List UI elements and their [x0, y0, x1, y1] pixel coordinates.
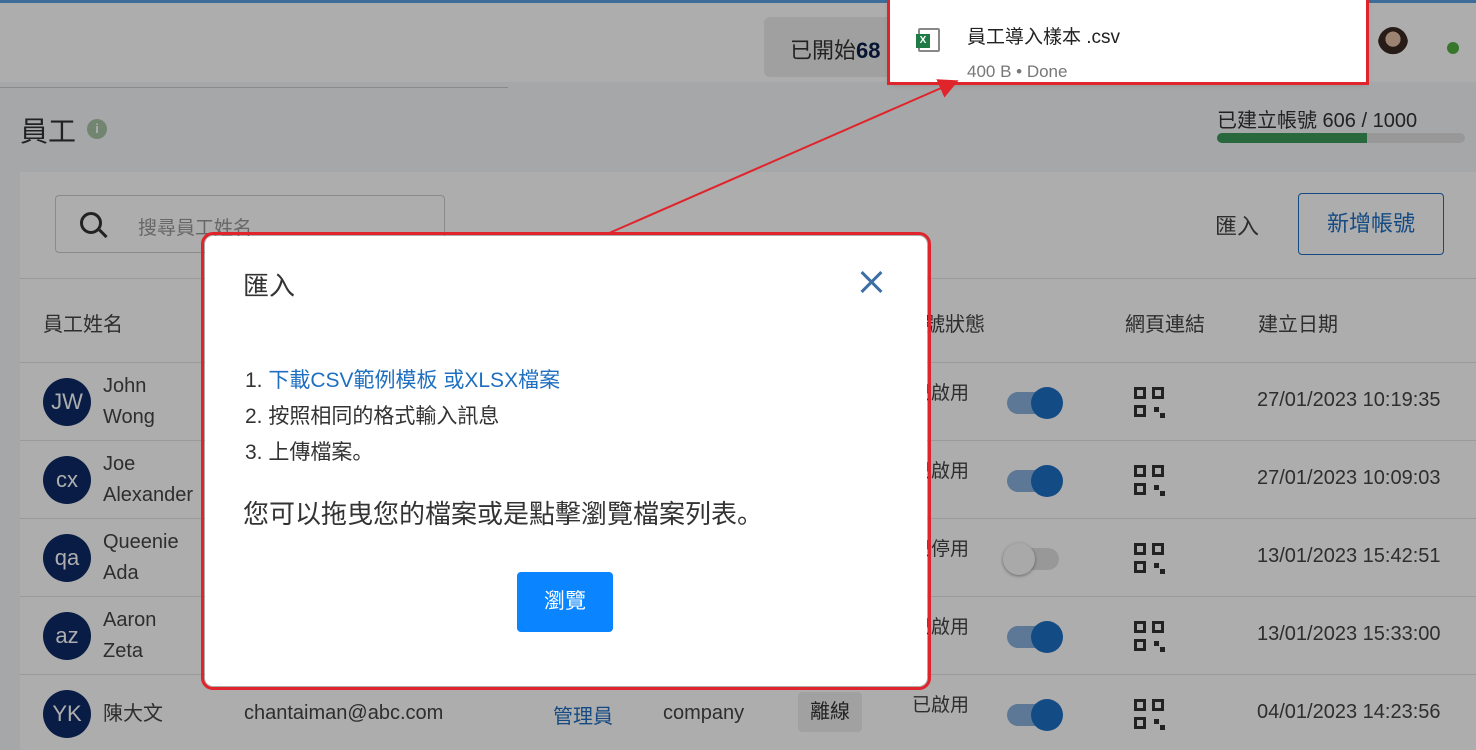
close-icon[interactable] — [855, 266, 889, 300]
step-1: 1. 下載CSV範例模板 或XLSX檔案 — [245, 363, 560, 399]
import-steps: 1. 下載CSV範例模板 或XLSX檔案 2. 按照相同的格式輸入訊息 3. 上… — [245, 363, 560, 471]
browse-button[interactable]: 瀏覽 — [517, 572, 613, 632]
spreadsheet-file-icon — [916, 28, 940, 52]
step-2: 2. 按照相同的格式輸入訊息 — [245, 405, 500, 428]
download-template-link[interactable]: 下載CSV範例模板 或XLSX檔案 — [268, 369, 560, 392]
dialog-description: 您可以拖曳您的檔案或是點擊瀏覽檔案列表。 — [243, 499, 764, 529]
download-notification[interactable]: 員工導入樣本 .csv 400 B • Done — [887, 0, 1369, 85]
downloaded-file-name[interactable]: 員工導入樣本 .csv — [967, 22, 1120, 49]
dialog-title: 匯入 — [243, 271, 296, 301]
download-status: 400 B • Done — [967, 62, 1068, 81]
import-dialog: 匯入 1. 下載CSV範例模板 或XLSX檔案 2. 按照相同的格式輸入訊息 3… — [201, 232, 931, 690]
step-3: 3. 上傳檔案。 — [245, 441, 374, 464]
step-number: 1. — [245, 369, 269, 392]
